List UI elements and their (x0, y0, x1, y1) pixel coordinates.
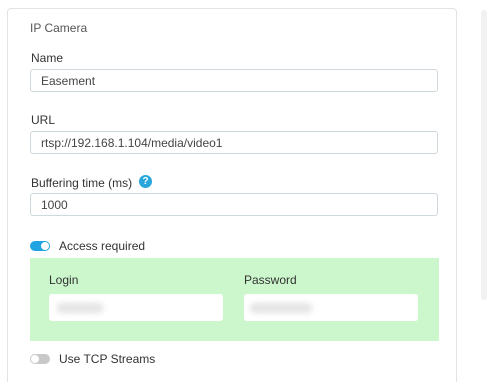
buffering-time-input[interactable] (30, 193, 438, 216)
name-label: Name (31, 51, 64, 65)
url-label: URL (31, 113, 56, 127)
login-label: Login (49, 273, 79, 287)
login-input[interactable] (49, 294, 223, 321)
scrollbar[interactable] (481, 10, 487, 300)
access-required-toggle[interactable] (30, 241, 50, 251)
toggle-knob (31, 355, 39, 363)
use-tcp-streams-toggle[interactable] (30, 354, 50, 364)
redacted-login-value (57, 303, 103, 313)
toggle-knob (41, 242, 49, 250)
section-title: IP Camera (30, 21, 88, 35)
access-required-label: Access required (59, 239, 146, 253)
redacted-password-value (250, 303, 312, 313)
help-icon[interactable]: ? (139, 175, 152, 188)
buffering-time-label: Buffering time (ms) (31, 176, 133, 190)
url-input[interactable] (30, 131, 438, 154)
credentials-box: Login Password (30, 258, 439, 341)
password-input[interactable] (244, 294, 418, 321)
use-tcp-streams-label: Use TCP Streams (59, 352, 156, 366)
password-label: Password (244, 273, 297, 287)
name-input[interactable] (30, 69, 438, 92)
ip-camera-settings-page: IP Camera Name URL Buffering time (ms) ?… (0, 0, 489, 382)
